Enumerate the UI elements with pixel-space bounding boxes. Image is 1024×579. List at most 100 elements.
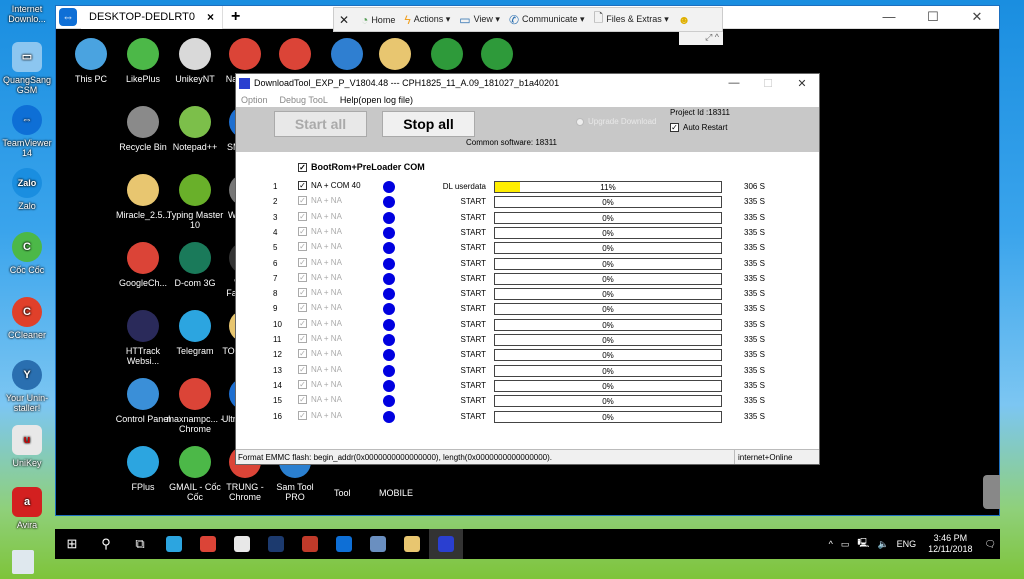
remote-desktop-icon[interactable]: Miracle_2.5...	[114, 174, 172, 220]
port-checkbox[interactable]: ✓ NA + NA	[298, 349, 342, 359]
checkbox-checked-icon: ✓	[298, 379, 307, 389]
checkbox-checked-icon: ✓	[298, 334, 307, 343]
port-row: 12 ✓ NA + NA START 0% 335 S	[236, 348, 819, 363]
taskbar-photoshop[interactable]	[259, 529, 293, 559]
menu-option[interactable]: Option	[241, 95, 268, 105]
remote-desktop-icon[interactable]: Recycle Bin	[114, 106, 172, 152]
port-checkbox[interactable]: ✓ NA + NA	[298, 334, 342, 343]
host-icon-idm[interactable]: Internet Downlo...	[2, 4, 52, 24]
notifications-icon[interactable]: 🗨	[985, 539, 996, 550]
port-checkbox[interactable]: ✓ NA + NA	[298, 226, 342, 236]
remote-desktop-icon[interactable]: This PC	[62, 38, 120, 84]
remote-desktop-icon[interactable]: HTTrack Websi...	[114, 310, 172, 366]
host-icon-unikey[interactable]: u UniKey	[2, 425, 52, 468]
new-tab-button[interactable]: +	[231, 8, 240, 26]
toolbar-feedback[interactable]: ☻	[678, 13, 694, 27]
auto-restart-checkbox[interactable]: ✓ Auto Restart	[670, 123, 727, 132]
port-checkbox[interactable]: ✓ NA + NA	[298, 272, 342, 282]
port-status: START	[460, 227, 486, 237]
teamviewer-side-handle[interactable]	[983, 475, 1000, 509]
port-checkbox[interactable]: ✓ NA + NA	[298, 288, 342, 298]
language-indicator[interactable]: ENG	[897, 539, 917, 549]
host-icon-uninstaller[interactable]: Y Your Unin-staller!	[2, 360, 52, 413]
port-checkbox[interactable]: ✓ NA + NA	[298, 196, 342, 206]
port-checkbox[interactable]: ✓ NA + NA	[298, 257, 342, 267]
network-icon[interactable]: 🖳	[857, 536, 869, 552]
port-checkbox[interactable]: ✓ NA + NA	[298, 395, 342, 405]
toolbar-communicate[interactable]: ✆ Communicate ▾	[509, 13, 585, 27]
taskbar-download-tool[interactable]	[429, 529, 463, 559]
port-checkbox[interactable]: ✓ NA + NA	[298, 364, 342, 374]
taskbar-chrome[interactable]	[191, 529, 225, 559]
taskbar-app2[interactable]	[361, 529, 395, 559]
maximize-button[interactable]: ☐	[911, 9, 955, 25]
bootrom-checkbox[interactable]: ✓ BootRom+PreLoader COM	[298, 162, 425, 172]
zalo-icon: Zalo	[12, 168, 42, 198]
menu-help[interactable]: Help(open log file)	[340, 95, 413, 105]
progress-label: 0%	[602, 290, 614, 300]
tab-remote-session[interactable]: DESKTOP-DEDLRT0 ×	[81, 5, 223, 29]
host-icon-label: Avira	[16, 520, 38, 530]
toolbar-view-label: View ▾	[473, 14, 500, 24]
taskbar-teamviewer[interactable]	[327, 529, 361, 559]
toolbar-home[interactable]: ◔ Home	[361, 13, 395, 27]
app-icon	[179, 310, 211, 342]
smiley-icon: ☻	[677, 12, 691, 27]
port-checkbox[interactable]: ✓ NA + NA	[298, 211, 342, 221]
host-icon-zalo[interactable]: Zalo Zalo	[2, 168, 52, 211]
port-checkbox[interactable]: ✓ NA + NA	[298, 410, 342, 420]
port-checkbox[interactable]: ✓ NA + NA	[298, 379, 342, 389]
close-connection-button[interactable]: ✕	[339, 13, 352, 27]
close-tab-icon[interactable]: ×	[207, 10, 214, 24]
checkbox-checked-icon: ✓	[298, 162, 307, 172]
toolbar-collapse[interactable]: ⤢ ^	[679, 32, 723, 45]
maximize-button[interactable]: ☐	[751, 77, 785, 90]
recycle-bin-icon[interactable]	[12, 550, 34, 574]
minimize-button[interactable]: —	[867, 9, 911, 25]
stop-all-button[interactable]: Stop all	[382, 111, 475, 137]
volume-icon[interactable]: 🔈	[877, 539, 888, 550]
upgrade-download-radio[interactable]: Upgrade Download	[576, 117, 657, 126]
remote-desktop-icon[interactable]: FPlus	[114, 446, 172, 492]
toolbar-view[interactable]: ▭ View ▾	[459, 13, 500, 27]
battery-icon[interactable]: ▭	[841, 539, 850, 550]
taskbar-start[interactable]: ⊞	[55, 529, 89, 559]
bootrom-label: BootRom+PreLoader COM	[311, 162, 425, 172]
close-window-button[interactable]: ✕	[955, 9, 999, 25]
progress-bar: 0%	[494, 196, 722, 209]
close-button[interactable]: ✕	[785, 77, 819, 90]
host-icon-coccoc[interactable]: C Cốc Cốc	[2, 232, 52, 275]
show-hidden-icons[interactable]: ^	[829, 539, 833, 549]
port-number: 16	[273, 411, 282, 421]
file-icon: 🗋	[593, 11, 604, 25]
host-icon-avira[interactable]: a Avira	[2, 487, 52, 530]
port-checkbox[interactable]: ✓ NA + COM 40	[298, 181, 361, 190]
start-all-button[interactable]: Start all	[274, 111, 367, 137]
clock[interactable]: 3:46 PM 12/11/2018	[928, 533, 972, 555]
remote-desktop-icon[interactable]: GoogleCh...	[114, 242, 172, 288]
menu-debug-tool[interactable]: Debug TooL	[280, 95, 328, 105]
remote-desktop-icon[interactable]: Control Panel	[114, 378, 172, 424]
task-view-icon: ⧉	[135, 536, 145, 551]
checkbox-checked-icon: ✓	[670, 123, 679, 132]
host-icon-teamviewer[interactable]: ⇔ TeamViewer 14	[2, 105, 52, 158]
taskbar-search[interactable]: ⚲	[89, 529, 123, 559]
taskbar-file-explorer[interactable]	[395, 529, 429, 559]
system-tray: ^ ▭ 🖳 🔈 ENG 3:46 PM 12/11/2018 🗨	[825, 529, 1000, 559]
port-number: 13	[273, 365, 282, 375]
chrome-icon	[200, 536, 216, 552]
minimize-button[interactable]: —	[717, 77, 751, 90]
toolbar-actions[interactable]: ϟ Actions ▾	[404, 13, 450, 27]
taskbar-app[interactable]	[293, 529, 327, 559]
port-checkbox[interactable]: ✓ NA + NA	[298, 303, 342, 313]
remote-desktop-icon[interactable]: LikePlus	[114, 38, 172, 84]
toolbar-files-extras[interactable]: 🗋 Files & Extras ▾	[594, 9, 669, 30]
port-row: 5 ✓ NA + NA START 0% 335 S	[236, 241, 819, 256]
taskbar-telegram[interactable]	[157, 529, 191, 559]
port-checkbox[interactable]: ✓ NA + NA	[298, 242, 342, 252]
host-icon-ccleaner[interactable]: C CCleaner	[2, 297, 52, 340]
host-icon-quangsang[interactable]: ▭ QuangSang GSM	[2, 42, 52, 95]
taskbar-task-view[interactable]: ⧉	[123, 529, 157, 559]
taskbar-unikey[interactable]	[225, 529, 259, 559]
port-checkbox[interactable]: ✓ NA + NA	[298, 318, 342, 328]
